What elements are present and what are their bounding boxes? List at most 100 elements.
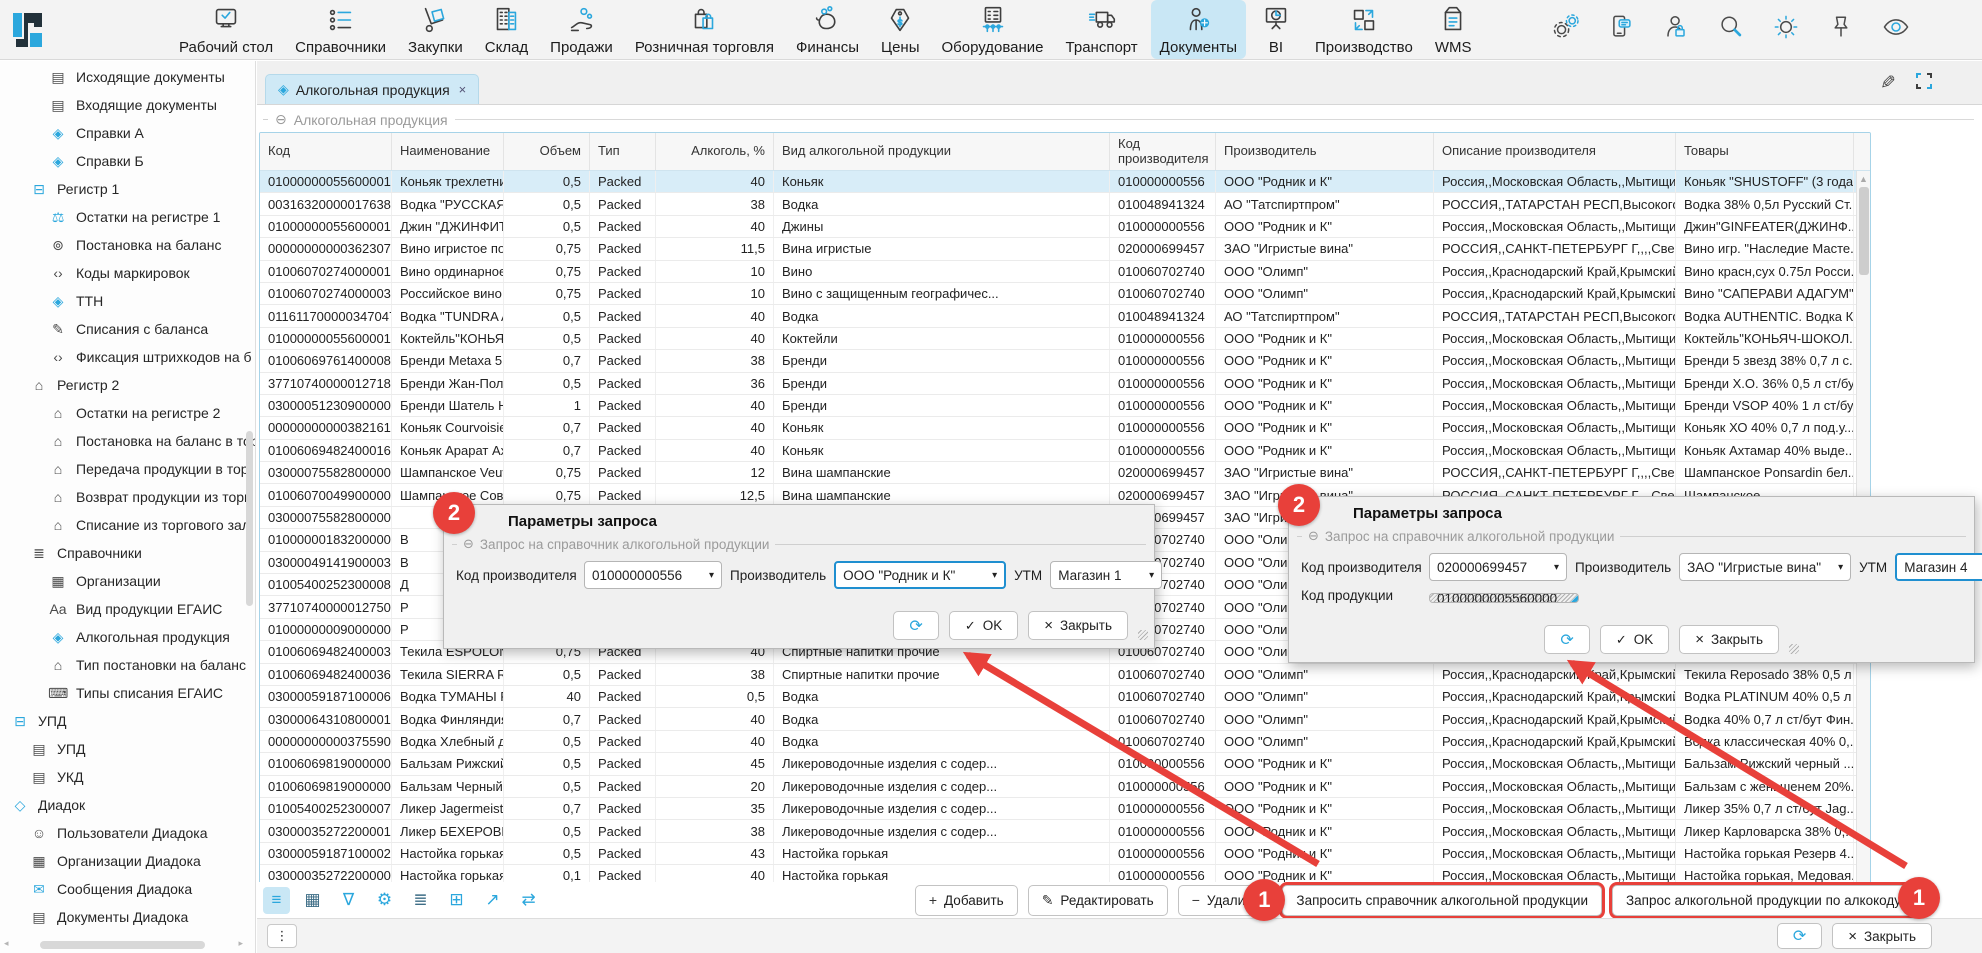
view-grid-icon[interactable]: ▦	[299, 887, 326, 914]
table-row[interactable]: 0100606981900000049Бальзам Рижский ч...0…	[260, 753, 1870, 775]
refresh-button[interactable]: ⟳	[1777, 923, 1822, 949]
sidebar-item[interactable]: ✉Сообщения Диадока	[0, 875, 255, 903]
toolbar-item-price-tag[interactable]: Цены	[872, 0, 929, 59]
table-row[interactable]: 0100000005560000133Коктейль"КОНЬЯЧ-...0,…	[260, 328, 1870, 350]
sidebar-item[interactable]: ▤УКД	[0, 763, 255, 791]
column-header[interactable]: Объем	[504, 133, 590, 170]
scroll-left-icon[interactable]: ◂	[4, 938, 9, 949]
dialog-ok-button[interactable]: ✓OK	[949, 611, 1018, 640]
dropdown-field[interactable]: Магазин 1▾	[1050, 561, 1162, 589]
table-row[interactable]: 0100000005560000129Коньяк трехлетний ...…	[260, 171, 1870, 193]
tab-close-icon[interactable]: ×	[459, 82, 467, 97]
sidebar-item[interactable]: ⌂Списание из торгового зал.	[0, 511, 255, 539]
sidebar-item[interactable]: ⚖Остатки на регистре 1	[0, 203, 255, 231]
resize-grip[interactable]	[1789, 644, 1799, 654]
resize-grip[interactable]	[1138, 630, 1148, 640]
request-catalog-button[interactable]: Запросить справочник алкогольной продукц…	[1282, 885, 1602, 916]
sidebar-item[interactable]: ▦Организации Диадока	[0, 847, 255, 875]
expand-icon[interactable]	[1914, 71, 1934, 96]
table-row[interactable]: 0100540025230000781Ликер Jagermeister ..…	[260, 798, 1870, 820]
add-button[interactable]: +Добавить	[915, 885, 1018, 916]
table-row[interactable]: 0000000000037559053Водка Хлебный дар ...…	[260, 731, 1870, 753]
brightness-icon[interactable]	[1770, 11, 1802, 48]
sidebar-item[interactable]: ▤Исходящие документы	[0, 63, 255, 91]
toolbar-item-presentation-chart[interactable]: BI	[1250, 0, 1302, 59]
pin-icon[interactable]	[1825, 11, 1857, 48]
sidebar-item[interactable]: ◈Алкогольная продукция	[0, 623, 255, 651]
dropdown-field[interactable]: ООО "Родник и К"▾	[834, 561, 1006, 589]
phone-message-icon[interactable]	[1605, 11, 1637, 48]
sidebar-item[interactable]: AaВид продукции ЕГАИС	[0, 595, 255, 623]
dropdown-field[interactable]: Магазин 4▾	[1895, 553, 1982, 581]
dialog-ok-button[interactable]: ✓OK	[1600, 625, 1669, 654]
collapse-icon[interactable]: ⊖	[463, 536, 474, 552]
app-logo-icon[interactable]	[0, 0, 56, 60]
toolbar-item-hand-coins[interactable]: Продажи	[541, 0, 622, 59]
toolbar-item-truck[interactable]: Транспорт	[1057, 0, 1147, 59]
sidebar-item[interactable]: ▤УПД	[0, 735, 255, 763]
sidebar-item[interactable]: ⊟Регистр 1	[0, 175, 255, 203]
collapse-icon[interactable]: ⊖	[1308, 528, 1319, 544]
column-header[interactable]: Код	[260, 133, 392, 170]
sidebar-item[interactable]: ◈Справки Б	[0, 147, 255, 175]
table-row[interactable]: 0116117000003470476Водка "TUNDRA AU...0,…	[260, 305, 1870, 327]
eye-icon[interactable]	[1880, 11, 1912, 48]
sidebar-item[interactable]: ✎Списания с баланса	[0, 315, 255, 343]
dialog-close-button[interactable]: ×Закрыть	[1679, 625, 1779, 654]
toolbar-item-box[interactable]: WMS	[1426, 0, 1481, 59]
sidebar-item[interactable]: ⌂Остатки на регистре 2	[0, 399, 255, 427]
sidebar-item[interactable]: ▤Входящие документы	[0, 91, 255, 119]
view-list-icon[interactable]: ≡	[263, 887, 290, 914]
sidebar-vertical-scrollbar[interactable]	[246, 431, 253, 606]
sidebar-item[interactable]: ◈ТТН	[0, 287, 255, 315]
text-input[interactable]: 0100000005560000	[1429, 593, 1579, 603]
dialog-refresh-button[interactable]: ⟳	[893, 611, 938, 640]
table-row[interactable]: 0100607027400000167Вино ординарное с...0…	[260, 261, 1870, 283]
sidebar-item[interactable]: ⊟УПД	[0, 707, 255, 735]
table-row[interactable]: 0100606981900000096Бальзам Черный зн...0…	[260, 776, 1870, 798]
close-view-button[interactable]: ×Закрыть	[1832, 923, 1932, 949]
table-row[interactable]: 0100000005560000184Джин "ДЖИНФИТЕР"0,5Pa…	[260, 216, 1870, 238]
sidebar-item[interactable]: ⊚Постановка на баланс	[0, 231, 255, 259]
sidebar-item[interactable]: ▦Организации	[0, 567, 255, 595]
table-row[interactable]: 0300005123090000063Бренди Шатель Нап...1…	[260, 395, 1870, 417]
sidebar-horizontal-scrollbar[interactable]	[40, 941, 205, 949]
table-row[interactable]: 0300005918710000657Водка ТУМАНЫ PLA...40…	[260, 686, 1870, 708]
column-header[interactable]: Товары	[1676, 133, 1854, 170]
toolbar-item-trolley[interactable]: Закупки	[399, 0, 472, 59]
sidebar-item[interactable]: ‹›Фиксация штрихкодов на б	[0, 343, 255, 371]
table-row[interactable]: 0300006431080000126Водка Финляндия 4...0…	[260, 708, 1870, 730]
scroll-right-icon[interactable]: ▸	[238, 938, 243, 949]
scrollbar-thumb[interactable]	[1859, 187, 1869, 275]
sidebar-item[interactable]: ☺Пользователи Диадока	[0, 819, 255, 847]
sidebar-item[interactable]: ◈Справки А	[0, 119, 255, 147]
table-row[interactable]: 0100606976140000829Бренди Metaxa 5 зв...…	[260, 350, 1870, 372]
table-row[interactable]: 0000000000036230744Вино игристое полу...…	[260, 238, 1870, 260]
add-to-list-icon[interactable]: ⊞	[443, 887, 470, 914]
sidebar-item[interactable]: ⌂Регистр 2	[0, 371, 255, 399]
toolbar-item-person-globe[interactable]: Документы	[1151, 0, 1246, 59]
column-header[interactable]: Описание производителя	[1434, 133, 1676, 170]
settings-gear-icon[interactable]: ⚙	[371, 887, 398, 914]
sidebar-item[interactable]: ⌂Возврат продукции из торг	[0, 483, 255, 511]
sync-icon[interactable]: ⇄	[515, 887, 542, 914]
more-menu-button[interactable]: ⋮	[267, 924, 297, 948]
toolbar-item-shopping-bags[interactable]: Розничная торговля	[626, 0, 783, 59]
column-header[interactable]: Тип	[590, 133, 656, 170]
toolbar-item-desktop[interactable]: Рабочий стол	[170, 0, 282, 59]
search-icon[interactable]	[1715, 11, 1747, 48]
column-header[interactable]: Код производителя	[1110, 133, 1216, 170]
sidebar-item[interactable]: ▤Документы Диадока	[0, 903, 255, 931]
filter-icon[interactable]: ∇	[335, 887, 362, 914]
dialog-close-button[interactable]: ×Закрыть	[1028, 611, 1128, 640]
sidebar-item[interactable]: ≣Справочники	[0, 539, 255, 567]
dropdown-field[interactable]: 010000000556▾	[584, 561, 722, 589]
edit-button[interactable]: ✎Редактировать	[1028, 885, 1168, 916]
numbered-list-icon[interactable]: ≣	[407, 887, 434, 914]
column-header[interactable]: Наименование	[392, 133, 504, 170]
table-row[interactable]: 0100607027400000316Российское вино с з..…	[260, 283, 1870, 305]
toolbar-item-equipment[interactable]: Оборудование	[933, 0, 1053, 59]
edit-icon[interactable]: ✎	[1880, 72, 1896, 95]
dropdown-field[interactable]: 020000699457▾	[1429, 553, 1567, 581]
open-in-new-icon[interactable]: ↗	[479, 887, 506, 914]
